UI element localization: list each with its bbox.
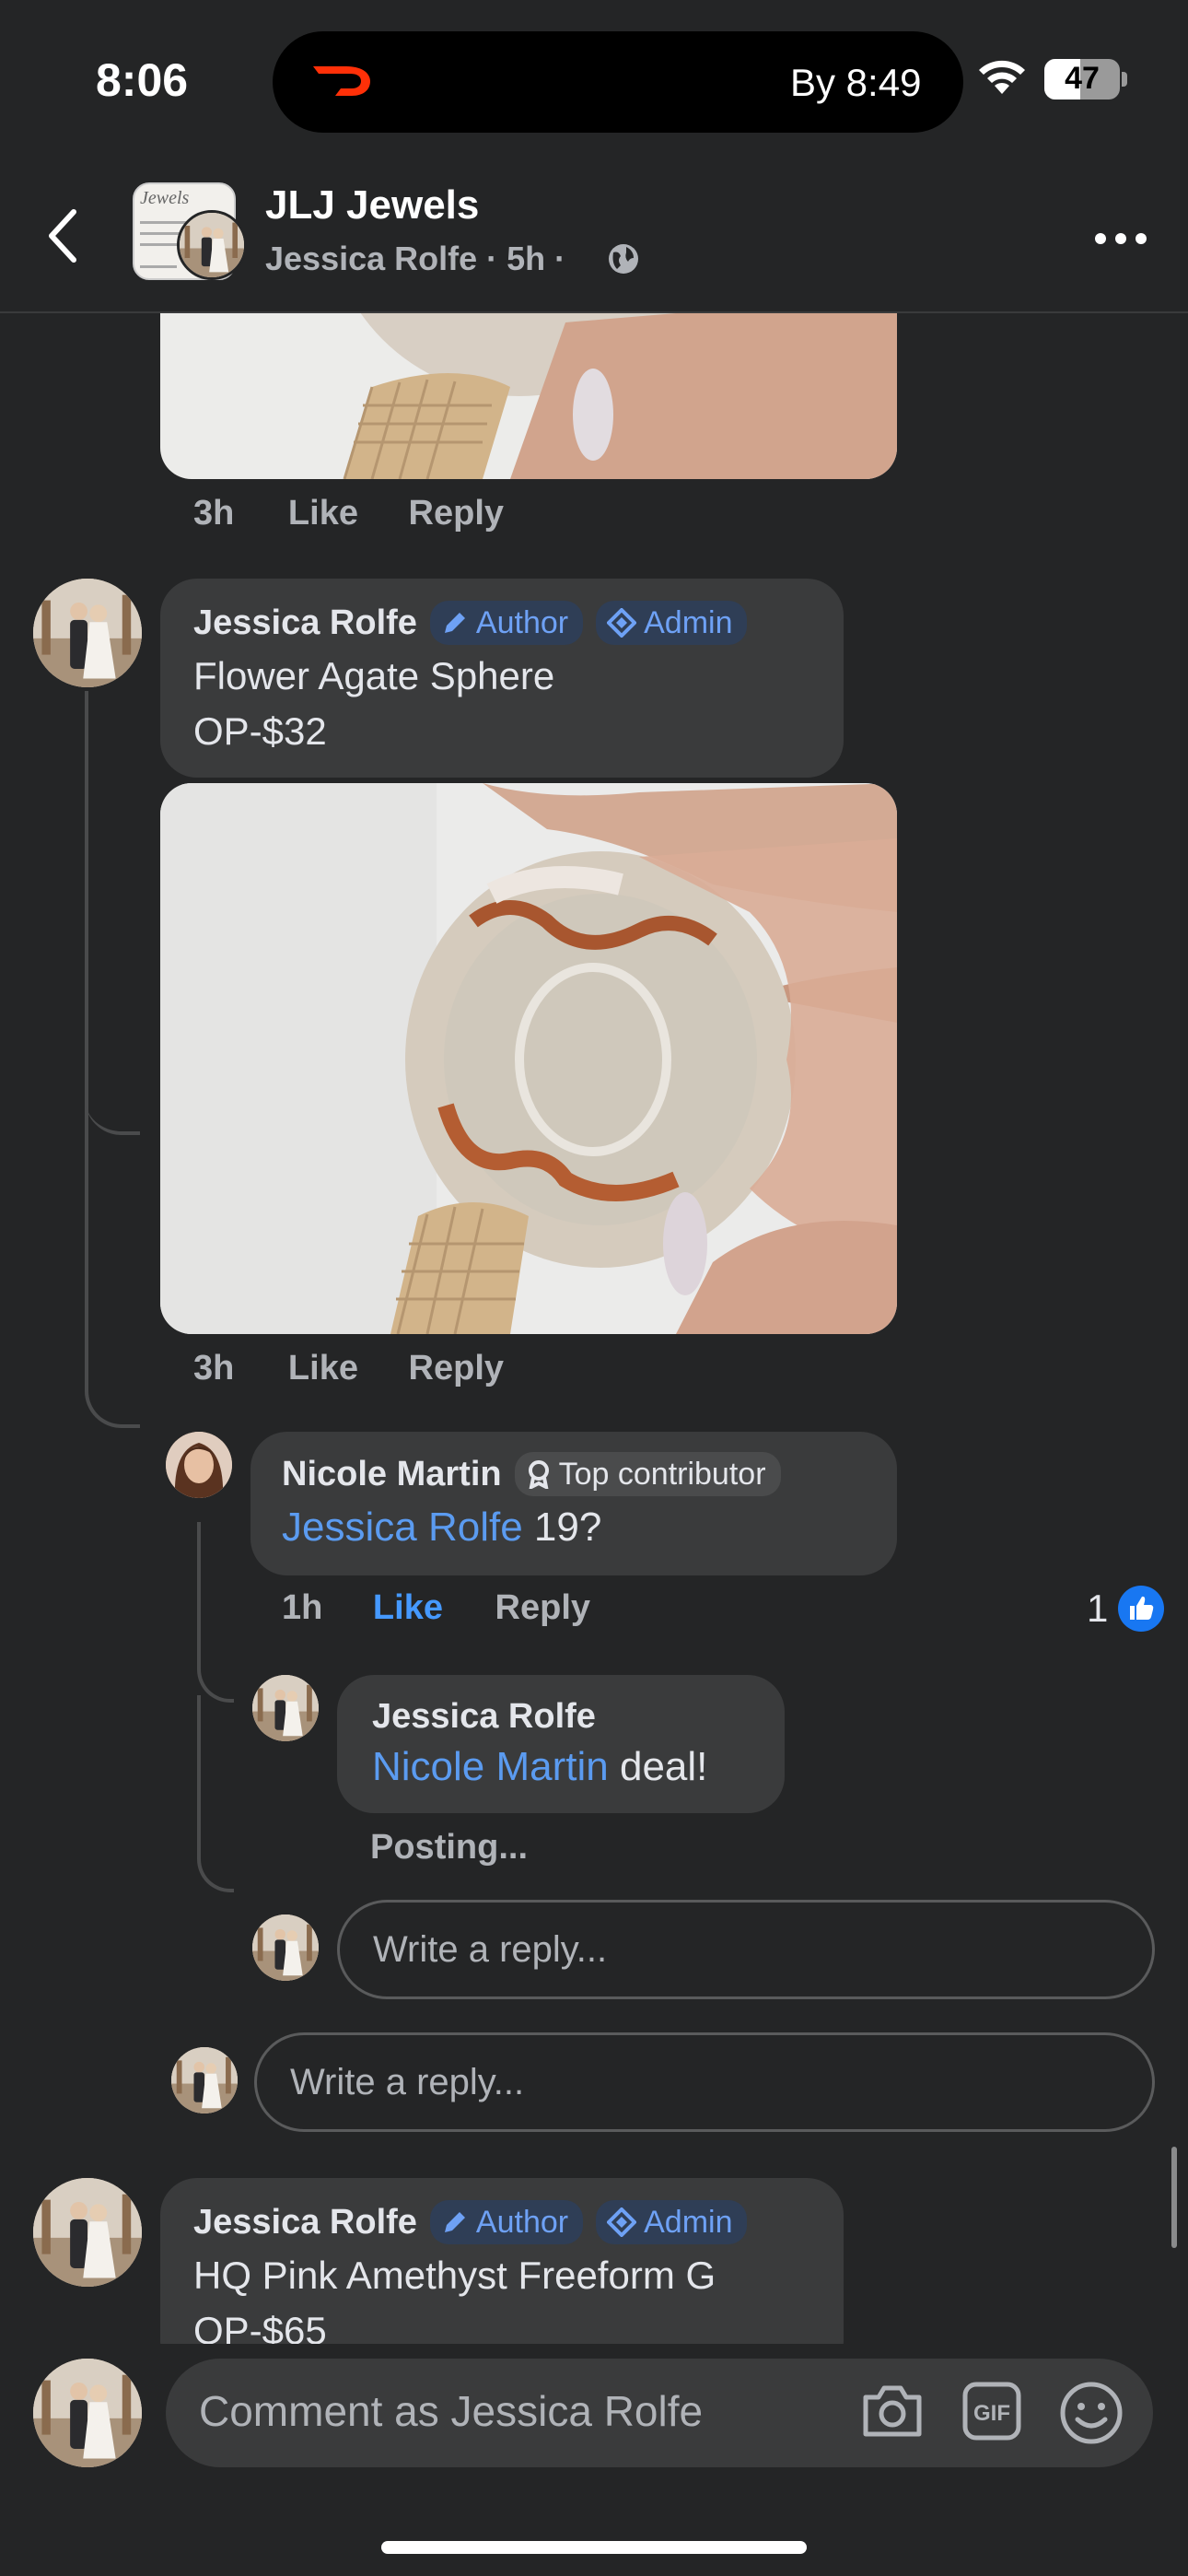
comment-text: 19? bbox=[522, 1505, 602, 1550]
author-avatar[interactable] bbox=[177, 210, 247, 280]
comment-text: HQ Pink Amethyst Freeform G bbox=[193, 2254, 716, 2297]
comment-author[interactable]: Jessica Rolfe bbox=[372, 1697, 596, 1737]
comment-text: Flower Agate Sphere bbox=[193, 654, 555, 697]
comment-input-placeholder: Comment as Jessica Rolfe bbox=[199, 2387, 704, 2435]
reply-input[interactable]: Write a reply... bbox=[337, 1900, 1155, 1999]
comment-text: OP-$32 bbox=[193, 709, 327, 753]
reaction-count[interactable]: 1 bbox=[1087, 1585, 1165, 1633]
comment-text: OP-$65 bbox=[193, 2309, 327, 2344]
comment-photo[interactable] bbox=[160, 783, 897, 1334]
page-name[interactable]: JLJ Jewels bbox=[265, 182, 479, 228]
author-badge: Author bbox=[429, 2200, 584, 2244]
your-avatar bbox=[33, 2359, 142, 2467]
pencil-icon bbox=[444, 613, 465, 633]
comment-author[interactable]: Jessica Rolfe bbox=[193, 2203, 417, 2242]
back-icon[interactable] bbox=[44, 206, 81, 265]
post-meta: Jessica Rolfe · 5h · bbox=[265, 240, 566, 277]
thread-line bbox=[197, 1522, 234, 1703]
comments-feed[interactable]: 3h Like Reply Jessica Rolfe Author Admin… bbox=[0, 313, 1188, 2344]
admin-badge: Admin bbox=[596, 2200, 748, 2244]
your-avatar bbox=[171, 2047, 238, 2113]
battery-level: 47 bbox=[1065, 61, 1100, 96]
like-reaction-icon bbox=[1118, 1586, 1165, 1632]
battery-icon: 47 bbox=[1044, 59, 1127, 100]
reply-button[interactable]: Reply bbox=[409, 494, 504, 533]
comment-time: 3h bbox=[193, 494, 235, 533]
thread-line bbox=[85, 691, 140, 1428]
live-activity-eta: By 8:49 bbox=[790, 61, 922, 104]
comment-time: 1h bbox=[282, 1588, 323, 1627]
mention-link[interactable]: Nicole Martin bbox=[372, 1744, 609, 1789]
like-button[interactable]: Like bbox=[288, 1349, 358, 1388]
reply-button[interactable]: Reply bbox=[409, 1349, 504, 1388]
thread-line bbox=[197, 1695, 234, 1892]
globe-icon bbox=[609, 244, 638, 274]
posting-status: Posting... bbox=[370, 1828, 528, 1867]
comment-bubble[interactable]: Jessica Rolfe Author Admin Flower Agate … bbox=[160, 579, 844, 778]
admin-badge: Admin bbox=[596, 601, 748, 645]
top-contributor-badge: Top contributor bbox=[514, 1452, 781, 1496]
author-avatar[interactable] bbox=[33, 579, 142, 687]
more-options-icon[interactable] bbox=[1094, 232, 1147, 245]
author-avatar[interactable] bbox=[252, 1675, 319, 1741]
like-button[interactable]: Like bbox=[288, 494, 358, 533]
comment-actions: 3h Like Reply bbox=[193, 1349, 504, 1388]
home-indicator[interactable] bbox=[381, 2541, 807, 2554]
award-icon bbox=[528, 1460, 549, 1489]
camera-icon[interactable] bbox=[860, 2383, 925, 2440]
admin-diamond-icon bbox=[607, 608, 637, 638]
comment-bubble[interactable]: Jessica Rolfe Nicole Martin deal! bbox=[337, 1675, 785, 1813]
emoji-icon[interactable] bbox=[1059, 2381, 1124, 2445]
status-time: 8:06 bbox=[96, 54, 189, 106]
author-avatar[interactable] bbox=[33, 2178, 142, 2287]
wifi-icon bbox=[979, 60, 1025, 94]
gif-icon[interactable]: GIF bbox=[961, 2381, 1022, 2441]
like-button[interactable]: Like bbox=[373, 1588, 443, 1627]
svg-text:GIF: GIF bbox=[973, 2401, 1010, 2426]
author-badge: Author bbox=[429, 601, 584, 645]
reply-button[interactable]: Reply bbox=[495, 1588, 590, 1627]
comment-actions: 3h Like Reply bbox=[193, 494, 504, 533]
comment-time: 3h bbox=[193, 1349, 235, 1388]
comment-author[interactable]: Nicole Martin bbox=[282, 1455, 502, 1494]
your-avatar bbox=[252, 1914, 319, 1981]
comment-photo[interactable] bbox=[160, 313, 897, 479]
reply-input[interactable]: Write a reply... bbox=[254, 2032, 1155, 2132]
doordash-logo-icon bbox=[313, 66, 370, 96]
comment-bubble[interactable]: Jessica Rolfe Author Admin HQ Pink Ameth… bbox=[160, 2178, 844, 2344]
comment-author[interactable]: Jessica Rolfe bbox=[193, 603, 417, 643]
comment-text: deal! bbox=[608, 1744, 708, 1789]
commenter-avatar[interactable] bbox=[166, 1432, 232, 1498]
pencil-icon bbox=[444, 2212, 465, 2232]
comment-actions: 1h Like Reply bbox=[282, 1588, 590, 1628]
mention-link[interactable]: Jessica Rolfe bbox=[282, 1505, 523, 1550]
comment-bubble[interactable]: Nicole Martin Top contributor Jessica Ro… bbox=[250, 1432, 897, 1575]
admin-diamond-icon bbox=[607, 2207, 637, 2237]
scrollbar[interactable] bbox=[1171, 2147, 1177, 2248]
